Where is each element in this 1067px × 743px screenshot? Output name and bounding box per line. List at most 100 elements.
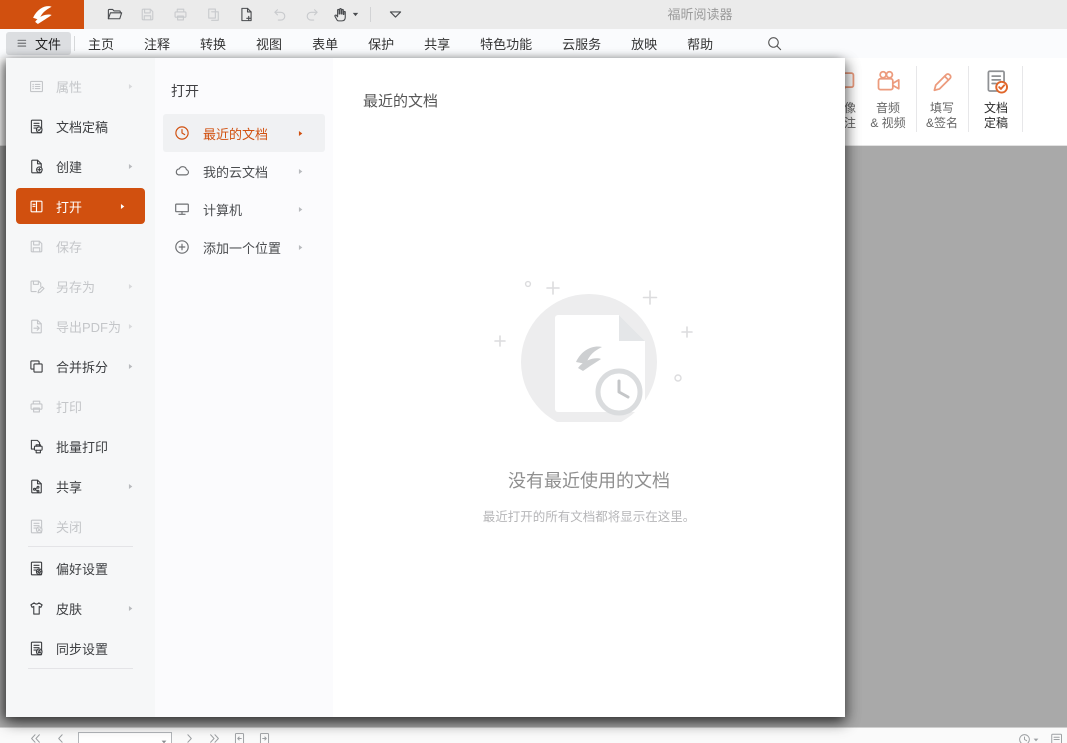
dbl-chevron-left-icon — [28, 731, 43, 743]
tab-protect[interactable]: 保护 — [368, 34, 394, 53]
doc-finalize-ribbon-icon — [983, 68, 1010, 95]
save-as-icon — [28, 278, 45, 295]
file-menu-label: 文件 — [35, 34, 61, 53]
hand-tool-button[interactable] — [329, 0, 362, 29]
tab-share[interactable]: 共享 — [424, 34, 450, 53]
ribbon-separator — [916, 66, 917, 132]
file-menu-button[interactable]: 文件 — [6, 32, 71, 55]
sidebar-item-save-as: 另存为 — [6, 266, 155, 306]
open-item-add-place-label: 添加一个位置 — [203, 238, 281, 257]
open-book-icon — [28, 198, 45, 215]
sidebar-item-close-label: 关闭 — [56, 517, 82, 536]
tshirt-icon — [28, 600, 45, 617]
tab-view[interactable]: 视图 — [256, 34, 282, 53]
sidebar-item-create-label: 创建 — [56, 157, 82, 176]
sidebar-item-skin[interactable]: 皮肤 — [6, 588, 155, 628]
computer-icon — [173, 200, 191, 218]
batch-print-icon — [28, 438, 45, 455]
reading-timer-button[interactable] — [1017, 732, 1040, 743]
audio-video-button-label: 音频& 视频 — [870, 101, 905, 131]
empty-state-illustration — [479, 252, 699, 422]
sidebar-item-share[interactable]: 共享 — [6, 466, 155, 506]
printer-icon — [28, 398, 45, 415]
customize-qat-button[interactable] — [379, 0, 412, 29]
tab-slideshow[interactable]: 放映 — [631, 34, 657, 53]
printer-icon — [172, 6, 189, 23]
doc-share-icon — [28, 478, 45, 495]
submenu-arrow-icon — [296, 129, 305, 138]
sidebar-item-preferences[interactable]: 偏好设置 — [6, 548, 155, 588]
sidebar-item-save-label: 保存 — [56, 237, 82, 256]
redo-button — [296, 0, 329, 29]
quick-access-toolbar — [98, 0, 412, 29]
open-item-recent-docs-label: 最近的文档 — [203, 124, 268, 143]
menubar: 文件 主页 注释 转换 视图 表单 保护 共享 特色功能 云服务 放映 帮助 — [0, 29, 1067, 58]
statusbar-right-tools — [1017, 732, 1063, 743]
sidebar-item-sync-settings[interactable]: 同步设置 — [6, 628, 155, 668]
search-icon[interactable] — [766, 35, 783, 52]
tab-features[interactable]: 特色功能 — [480, 34, 532, 53]
tab-comment[interactable]: 注释 — [144, 34, 170, 53]
partial-tool-button[interactable] — [1048, 732, 1063, 743]
next-view-button — [257, 731, 272, 743]
sidebar-divider — [28, 668, 133, 669]
empty-state-subtitle: 最近打开的所有文档都将显示在这里。 — [333, 506, 845, 525]
submenu-arrow-icon — [126, 482, 135, 491]
tab-cloud[interactable]: 云服务 — [562, 34, 601, 53]
sidebar-item-doc-finalize[interactable]: 文档定稿 — [6, 106, 155, 146]
sidebar-item-save-as-label: 另存为 — [56, 277, 95, 296]
customize-chevron-icon — [387, 6, 404, 23]
foxit-logo-icon — [29, 4, 55, 26]
caret-down-icon — [351, 10, 360, 19]
sidebar-item-preferences-label: 偏好设置 — [56, 559, 108, 578]
hamburger-icon — [16, 37, 29, 50]
copy-page-icon — [205, 6, 222, 23]
save-button — [131, 0, 164, 29]
sidebar-item-merge-split[interactable]: 合并拆分 — [6, 346, 155, 386]
sidebar-item-open[interactable]: 打开 — [16, 188, 145, 224]
open-item-add-place[interactable]: 添加一个位置 — [163, 228, 325, 266]
open-item-computer-label: 计算机 — [203, 200, 242, 219]
tab-convert[interactable]: 转换 — [200, 34, 226, 53]
sidebar-item-properties-label: 属性 — [56, 77, 82, 96]
doc-finalize-button[interactable]: 文档定稿 — [972, 64, 1020, 140]
sidebar-item-create[interactable]: 创建 — [6, 146, 155, 186]
submenu-arrow-icon — [118, 202, 127, 211]
doc-check-icon — [28, 118, 45, 135]
clock-small-icon — [1017, 732, 1032, 743]
sidebar-item-export-pdf-label: 导出PDF为 — [56, 317, 121, 336]
caret-down-icon — [160, 738, 168, 743]
prev-view-button — [232, 731, 247, 743]
open-panel-title: 打开 — [171, 78, 333, 104]
page-navigation — [28, 731, 272, 743]
tab-form[interactable]: 表单 — [312, 34, 338, 53]
open-item-cloud-docs[interactable]: 我的云文档 — [163, 152, 325, 190]
sidebar-item-skin-label: 皮肤 — [56, 599, 82, 618]
next-page-button — [182, 731, 197, 743]
create-button[interactable] — [230, 0, 263, 29]
file-backstage-panel: 属性文档定稿创建打开保存另存为导出PDF为合并拆分打印批量打印共享关闭偏好设置皮… — [6, 58, 845, 717]
doc-plus-icon — [28, 158, 45, 175]
view-back-icon — [232, 731, 247, 743]
tab-help[interactable]: 帮助 — [687, 34, 713, 53]
sidebar-item-print: 打印 — [6, 386, 155, 426]
page-number-box[interactable] — [78, 732, 172, 743]
doc-sync-icon — [28, 640, 45, 657]
menubar-separator — [74, 36, 75, 51]
partial-doc-icon — [1048, 732, 1063, 743]
app-title: 福昕阅读器 — [600, 0, 800, 29]
open-item-computer[interactable]: 计算机 — [163, 190, 325, 228]
submenu-arrow-icon — [296, 205, 305, 214]
clock-icon — [173, 124, 191, 142]
fill-sign-button[interactable]: 填写&签名 — [918, 64, 966, 140]
ribbon-separator — [968, 66, 969, 132]
floppy-icon — [28, 238, 45, 255]
open-button[interactable] — [98, 0, 131, 29]
titlebar: 福昕阅读器 — [0, 0, 1067, 30]
tab-home[interactable]: 主页 — [88, 34, 114, 53]
submenu-arrow-icon — [296, 167, 305, 176]
sidebar-item-batch-print[interactable]: 批量打印 — [6, 426, 155, 466]
foxit-logo — [0, 0, 84, 30]
audio-video-button[interactable]: 音频& 视频 — [864, 64, 912, 140]
open-item-recent-docs[interactable]: 最近的文档 — [163, 114, 325, 152]
